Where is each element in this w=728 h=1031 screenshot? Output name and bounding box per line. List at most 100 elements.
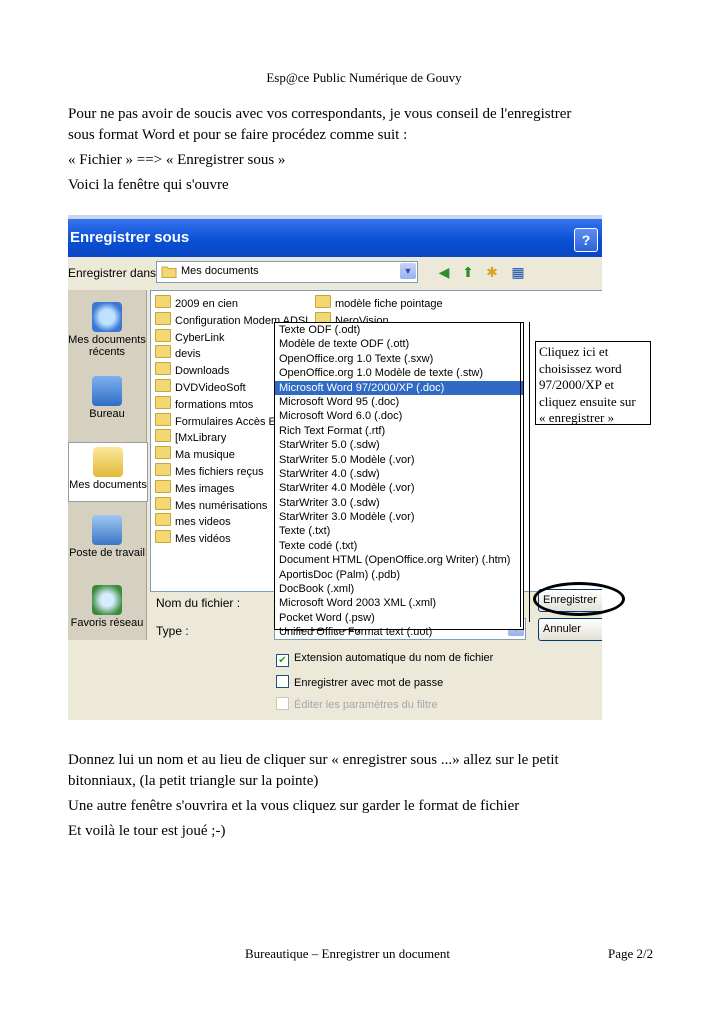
list-item[interactable]: Ma musique <box>155 446 235 462</box>
file-type-option[interactable]: Modèle de texte ODF (.ott) <box>275 337 523 351</box>
file-type-option[interactable]: AportisDoc (Palm) (.pdb) <box>275 568 523 582</box>
type-label: Type : <box>156 624 189 638</box>
file-name: DVDVideoSoft <box>175 382 246 394</box>
callout-line: cliquez ensuite sur <box>539 393 636 409</box>
new-folder-icon[interactable]: ✱ <box>482 262 502 282</box>
callout-line: Cliquez ici et <box>539 344 609 359</box>
intro-line: Voici la fenêtre qui s'ouvre <box>68 177 229 193</box>
file-type-option[interactable]: OpenOffice.org 1.0 Modèle de texte (.stw… <box>275 366 523 380</box>
folder-icon <box>155 362 171 376</box>
file-name: Ma musique <box>175 449 235 462</box>
list-item[interactable]: modèle fiche pointage <box>315 295 443 311</box>
file-type-option[interactable]: StarWriter 5.0 (.sdw) <box>275 438 523 452</box>
place-label: Mes documents récents <box>68 334 146 358</box>
auto-extension-checkbox[interactable]: ✔ Extension automatique du nom de fichier <box>276 652 493 667</box>
folder-icon <box>155 311 171 325</box>
folder-icon <box>155 513 171 527</box>
place-computer[interactable]: Poste de travail <box>68 515 146 559</box>
file-type-option[interactable]: StarWriter 3.0 (.sdw) <box>275 496 523 510</box>
help-button[interactable]: ? <box>574 228 598 252</box>
file-type-option[interactable]: Pocket Word (.psw) <box>275 611 523 625</box>
instruction-callout: Cliquez ici et choisissez word 97/2000/X… <box>535 341 651 425</box>
file-type-option[interactable]: StarWriter 3.0 Modèle (.vor) <box>275 510 523 524</box>
place-recent[interactable]: Mes documents récents <box>68 302 146 358</box>
network-icon <box>92 585 122 615</box>
file-name: [MxLibrary <box>175 432 227 445</box>
file-name: formations mtos <box>175 398 254 411</box>
list-item[interactable]: formations mtos <box>155 395 254 412</box>
place-label: Bureau <box>89 408 125 420</box>
file-type-option[interactable]: Microsoft Word 6.0 (.doc) <box>275 409 523 423</box>
file-type-option[interactable]: StarWriter 5.0 Modèle (.vor) <box>275 453 523 467</box>
file-type-option[interactable]: Rich Text Format (.rtf) <box>275 424 523 438</box>
save-in-select[interactable]: Mes documents ▼ <box>156 261 418 283</box>
password-checkbox[interactable]: Enregistrer avec mot de passe <box>276 675 443 689</box>
back-icon[interactable]: ◀ <box>434 262 454 282</box>
list-item[interactable]: [MxLibrary <box>155 429 226 445</box>
list-item[interactable]: mes videos <box>155 513 231 529</box>
file-type-option[interactable]: StarWriter 4.0 (.sdw) <box>275 467 523 481</box>
dialog-title: Enregistrer sous <box>70 229 190 246</box>
file-type-option[interactable]: Microsoft Word 95 (.doc) <box>275 395 523 409</box>
file-type-option[interactable]: Microsoft Word 97/2000/XP (.doc) <box>275 380 523 395</box>
place-desktop[interactable]: Bureau <box>68 376 146 420</box>
file-name: Formulaires Accès EP <box>175 415 284 428</box>
cancel-button[interactable]: Annuler <box>538 618 602 641</box>
file-name: Mes images <box>175 482 235 495</box>
list-item[interactable]: CyberLink <box>155 328 225 345</box>
list-item[interactable]: Mes fichiers reçus <box>155 463 264 479</box>
list-item[interactable]: Mes vidéos <box>155 530 231 546</box>
place-label: Poste de travail <box>69 547 145 559</box>
place-my-documents[interactable]: Mes documents <box>68 442 148 502</box>
file-type-option[interactable]: OpenOffice.org 1.0 Texte (.sxw) <box>275 352 523 366</box>
file-type-dropdown-list[interactable]: Texte ODF (.odt) Modèle de texte ODF (.ot… <box>274 322 524 638</box>
filter-settings-checkbox: Éditer les paramètres du filtre <box>276 697 438 711</box>
list-item[interactable]: Mes numérisations <box>155 496 268 513</box>
list-item[interactable]: DVDVideoSoft <box>155 379 246 395</box>
chevron-down-icon[interactable]: ▼ <box>400 263 416 279</box>
up-folder-icon[interactable]: ⬆ <box>458 262 478 282</box>
list-item[interactable]: 2009 en cien <box>155 295 238 311</box>
checkbox-label: Extension automatique du nom de fichier <box>294 652 494 664</box>
outro-line: bitonniaux, (la petit triangle sur la po… <box>68 773 319 789</box>
folder-icon <box>155 463 171 476</box>
save-button-highlight-ring <box>533 582 625 616</box>
folder-icon <box>155 429 171 443</box>
recent-documents-icon <box>92 302 122 332</box>
file-type-option[interactable]: Microsoft Word 2003 XML (.xml) <box>275 596 523 610</box>
save-in-value: Mes documents <box>181 265 259 277</box>
file-name: Mes vidéos <box>175 533 231 546</box>
file-type-option[interactable]: DocBook (.xml) <box>275 582 523 596</box>
file-type-option[interactable]: StarWriter 4.0 Modèle (.vor) <box>275 481 523 495</box>
file-type-option[interactable]: Texte (.txt) <box>275 524 523 538</box>
folder-icon <box>155 479 171 493</box>
footer-title: Bureautique – Enregistrer un document <box>245 946 451 961</box>
file-type-option[interactable]: Texte ODF (.odt) <box>275 323 523 337</box>
callout-line: « enregistrer » <box>539 410 615 425</box>
file-type-option[interactable]: Unified Office Format text (.uot) <box>275 625 523 639</box>
save-dialog-screenshot: Enregistrer sous ? Enregistrer dans : Me… <box>68 215 602 720</box>
folder-icon <box>155 412 171 426</box>
list-item[interactable]: Downloads <box>155 362 229 378</box>
callout-line: choisissez word <box>539 360 622 376</box>
file-name: 2009 en cien <box>175 298 238 310</box>
file-type-option[interactable]: Document HTML (OpenOffice.org Writer) (.… <box>275 553 523 567</box>
list-item[interactable]: Formulaires Accès EP <box>155 412 284 429</box>
intro-text: Pour ne pas avoir de soucis avec vos cor… <box>68 104 668 196</box>
titlebar-edge <box>68 215 602 219</box>
file-type-option[interactable]: Texte codé (.txt) <box>275 539 523 553</box>
folder-icon <box>155 328 171 342</box>
check-icon: ✔ <box>276 654 289 667</box>
place-label: Mes documents <box>69 479 147 491</box>
folder-icon <box>155 379 171 392</box>
computer-icon <box>92 515 122 545</box>
list-item[interactable]: Mes images <box>155 479 235 496</box>
page-number: Page 2/2 <box>608 946 654 961</box>
view-menu-icon[interactable]: ▦ <box>508 262 528 282</box>
list-item[interactable]: devis <box>155 345 201 361</box>
file-name: Mes numérisations <box>175 499 268 512</box>
desktop-icon <box>92 376 122 406</box>
place-network[interactable]: Favoris réseau <box>68 585 146 629</box>
empty-checkbox-icon <box>276 675 289 688</box>
page-header: Esp@ce Public Numérique de Gouvy <box>266 70 462 85</box>
